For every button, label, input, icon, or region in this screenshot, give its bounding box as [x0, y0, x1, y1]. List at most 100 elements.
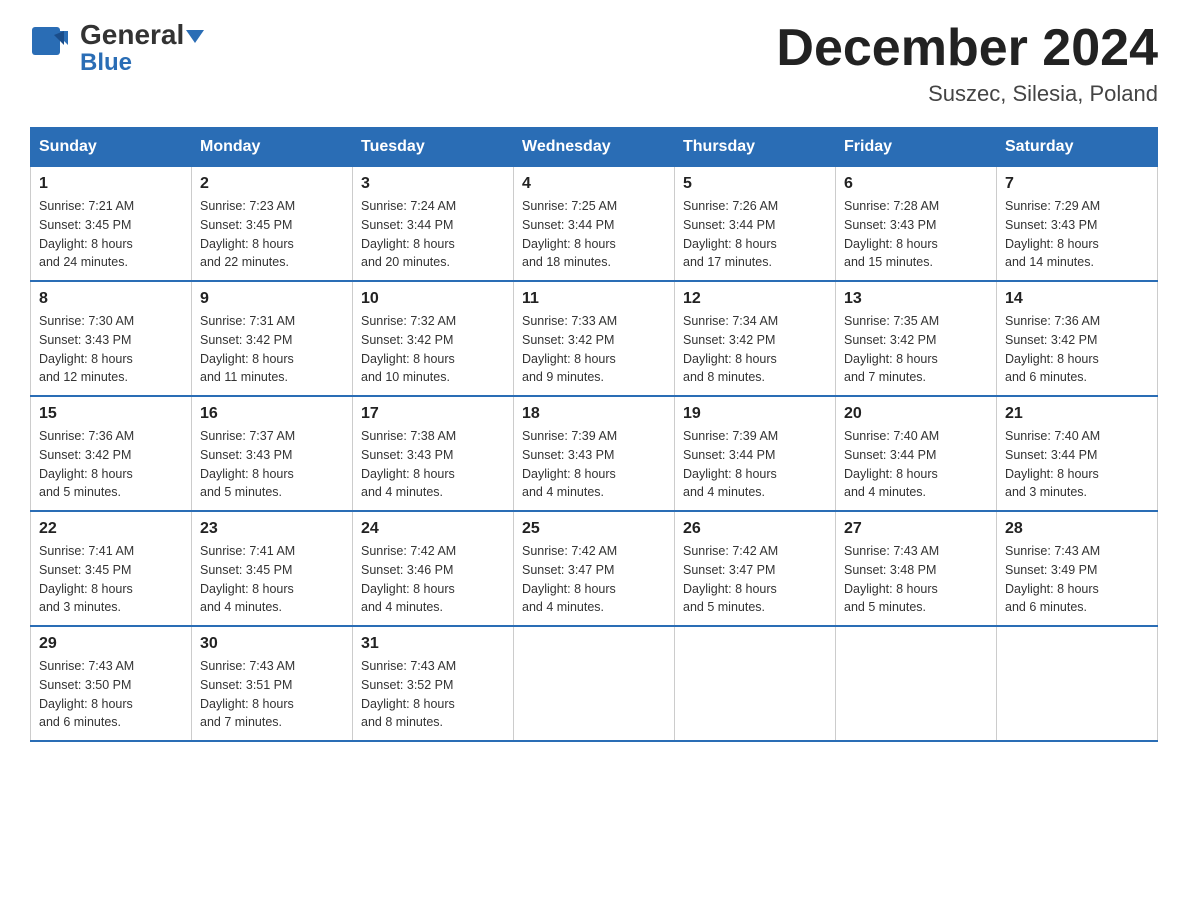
day-info: Sunrise: 7:42 AM Sunset: 3:47 PM Dayligh…	[683, 542, 827, 617]
header-day-monday: Monday	[192, 128, 353, 167]
day-number: 22	[39, 520, 183, 538]
calendar-cell: 6 Sunrise: 7:28 AM Sunset: 3:43 PM Daylig…	[836, 167, 997, 282]
day-info: Sunrise: 7:28 AM Sunset: 3:43 PM Dayligh…	[844, 197, 988, 272]
calendar-cell	[675, 626, 836, 741]
calendar-cell: 29Sunrise: 7:43 AM Sunset: 3:50 PM Dayli…	[31, 626, 192, 741]
day-info: Sunrise: 7:42 AM Sunset: 3:47 PM Dayligh…	[522, 542, 666, 617]
day-number: 24	[361, 520, 505, 538]
day-number: 1	[39, 175, 183, 193]
calendar-cell: 8 Sunrise: 7:30 AM Sunset: 3:43 PM Daylig…	[31, 281, 192, 396]
day-info: Sunrise: 7:29 AM Sunset: 3:43 PM Dayligh…	[1005, 197, 1149, 272]
day-number: 5	[683, 175, 827, 193]
calendar-cell: 9 Sunrise: 7:31 AM Sunset: 3:42 PM Daylig…	[192, 281, 353, 396]
header-row: SundayMondayTuesdayWednesdayThursdayFrid…	[31, 128, 1158, 167]
calendar-cell: 11 Sunrise: 7:33 AM Sunset: 3:42 PM Dayli…	[514, 281, 675, 396]
title-section: December 2024 Suszec, Silesia, Poland	[776, 20, 1158, 107]
day-info: Sunrise: 7:30 AM Sunset: 3:43 PM Dayligh…	[39, 312, 183, 387]
logo-icon	[30, 25, 74, 69]
day-number: 9	[200, 290, 344, 308]
day-info: Sunrise: 7:23 AM Sunset: 3:45 PM Dayligh…	[200, 197, 344, 272]
day-info: Sunrise: 7:37 AM Sunset: 3:43 PM Dayligh…	[200, 427, 344, 502]
location-title: Suszec, Silesia, Poland	[776, 81, 1158, 107]
calendar-cell	[514, 626, 675, 741]
day-number: 8	[39, 290, 183, 308]
calendar-cell: 3 Sunrise: 7:24 AM Sunset: 3:44 PM Daylig…	[353, 167, 514, 282]
calendar-body: 1Sunrise: 7:21 AM Sunset: 3:45 PM Daylig…	[31, 167, 1158, 742]
month-title: December 2024	[776, 20, 1158, 77]
day-info: Sunrise: 7:41 AM Sunset: 3:45 PM Dayligh…	[39, 542, 183, 617]
calendar-cell: 18 Sunrise: 7:39 AM Sunset: 3:43 PM Dayli…	[514, 396, 675, 511]
calendar-cell: 20 Sunrise: 7:40 AM Sunset: 3:44 PM Dayli…	[836, 396, 997, 511]
day-number: 16	[200, 405, 344, 423]
day-number: 17	[361, 405, 505, 423]
day-number: 31	[361, 635, 505, 653]
day-number: 25	[522, 520, 666, 538]
day-info: Sunrise: 7:40 AM Sunset: 3:44 PM Dayligh…	[844, 427, 988, 502]
calendar-header: SundayMondayTuesdayWednesdayThursdayFrid…	[31, 128, 1158, 167]
day-number: 3	[361, 175, 505, 193]
day-info: Sunrise: 7:43 AM Sunset: 3:51 PM Dayligh…	[200, 657, 344, 732]
day-info: Sunrise: 7:33 AM Sunset: 3:42 PM Dayligh…	[522, 312, 666, 387]
day-info: Sunrise: 7:43 AM Sunset: 3:52 PM Dayligh…	[361, 657, 505, 732]
day-info: Sunrise: 7:43 AM Sunset: 3:50 PM Dayligh…	[39, 657, 183, 732]
calendar-cell: 1Sunrise: 7:21 AM Sunset: 3:45 PM Daylig…	[31, 167, 192, 282]
calendar-cell: 2 Sunrise: 7:23 AM Sunset: 3:45 PM Daylig…	[192, 167, 353, 282]
day-info: Sunrise: 7:43 AM Sunset: 3:49 PM Dayligh…	[1005, 542, 1149, 617]
week-row-3: 15 Sunrise: 7:36 AM Sunset: 3:42 PM Dayli…	[31, 396, 1158, 511]
day-number: 27	[844, 520, 988, 538]
day-info: Sunrise: 7:41 AM Sunset: 3:45 PM Dayligh…	[200, 542, 344, 617]
week-row-4: 22 Sunrise: 7:41 AM Sunset: 3:45 PM Dayli…	[31, 511, 1158, 626]
day-number: 14	[1005, 290, 1149, 308]
day-number: 10	[361, 290, 505, 308]
day-info: Sunrise: 7:31 AM Sunset: 3:42 PM Dayligh…	[200, 312, 344, 387]
calendar-cell: 28 Sunrise: 7:43 AM Sunset: 3:49 PM Dayli…	[997, 511, 1158, 626]
calendar-cell: 24 Sunrise: 7:42 AM Sunset: 3:46 PM Dayli…	[353, 511, 514, 626]
day-number: 12	[683, 290, 827, 308]
day-number: 13	[844, 290, 988, 308]
day-number: 21	[1005, 405, 1149, 423]
day-number: 30	[200, 635, 344, 653]
day-info: Sunrise: 7:36 AM Sunset: 3:42 PM Dayligh…	[1005, 312, 1149, 387]
day-number: 6	[844, 175, 988, 193]
calendar-cell: 19Sunrise: 7:39 AM Sunset: 3:44 PM Dayli…	[675, 396, 836, 511]
day-info: Sunrise: 7:42 AM Sunset: 3:46 PM Dayligh…	[361, 542, 505, 617]
header-day-tuesday: Tuesday	[353, 128, 514, 167]
day-info: Sunrise: 7:38 AM Sunset: 3:43 PM Dayligh…	[361, 427, 505, 502]
calendar-cell: 23 Sunrise: 7:41 AM Sunset: 3:45 PM Dayli…	[192, 511, 353, 626]
day-info: Sunrise: 7:40 AM Sunset: 3:44 PM Dayligh…	[1005, 427, 1149, 502]
day-number: 20	[844, 405, 988, 423]
calendar-cell: 17 Sunrise: 7:38 AM Sunset: 3:43 PM Dayli…	[353, 396, 514, 511]
day-info: Sunrise: 7:39 AM Sunset: 3:44 PM Dayligh…	[683, 427, 827, 502]
calendar-cell: 27Sunrise: 7:43 AM Sunset: 3:48 PM Dayli…	[836, 511, 997, 626]
day-number: 15	[39, 405, 183, 423]
day-number: 26	[683, 520, 827, 538]
day-info: Sunrise: 7:35 AM Sunset: 3:42 PM Dayligh…	[844, 312, 988, 387]
day-info: Sunrise: 7:34 AM Sunset: 3:42 PM Dayligh…	[683, 312, 827, 387]
calendar-cell: 5 Sunrise: 7:26 AM Sunset: 3:44 PM Daylig…	[675, 167, 836, 282]
day-info: Sunrise: 7:36 AM Sunset: 3:42 PM Dayligh…	[39, 427, 183, 502]
day-info: Sunrise: 7:39 AM Sunset: 3:43 PM Dayligh…	[522, 427, 666, 502]
day-number: 18	[522, 405, 666, 423]
day-number: 2	[200, 175, 344, 193]
day-info: Sunrise: 7:26 AM Sunset: 3:44 PM Dayligh…	[683, 197, 827, 272]
day-info: Sunrise: 7:32 AM Sunset: 3:42 PM Dayligh…	[361, 312, 505, 387]
calendar-cell: 25 Sunrise: 7:42 AM Sunset: 3:47 PM Dayli…	[514, 511, 675, 626]
page-header: General Blue December 2024 Suszec, Siles…	[30, 20, 1158, 107]
calendar-cell	[997, 626, 1158, 741]
calendar-cell: 12 Sunrise: 7:34 AM Sunset: 3:42 PM Dayli…	[675, 281, 836, 396]
day-number: 7	[1005, 175, 1149, 193]
calendar-cell: 30 Sunrise: 7:43 AM Sunset: 3:51 PM Dayli…	[192, 626, 353, 741]
header-day-friday: Friday	[836, 128, 997, 167]
day-number: 28	[1005, 520, 1149, 538]
week-row-2: 8 Sunrise: 7:30 AM Sunset: 3:43 PM Daylig…	[31, 281, 1158, 396]
logo-general-text: General	[80, 19, 184, 50]
day-number: 23	[200, 520, 344, 538]
calendar-cell: 21 Sunrise: 7:40 AM Sunset: 3:44 PM Dayli…	[997, 396, 1158, 511]
day-info: Sunrise: 7:24 AM Sunset: 3:44 PM Dayligh…	[361, 197, 505, 272]
calendar-cell: 26 Sunrise: 7:42 AM Sunset: 3:47 PM Dayli…	[675, 511, 836, 626]
header-day-sunday: Sunday	[31, 128, 192, 167]
calendar-table: SundayMondayTuesdayWednesdayThursdayFrid…	[30, 127, 1158, 742]
calendar-cell: 7 Sunrise: 7:29 AM Sunset: 3:43 PM Daylig…	[997, 167, 1158, 282]
day-number: 11	[522, 290, 666, 308]
week-row-5: 29Sunrise: 7:43 AM Sunset: 3:50 PM Dayli…	[31, 626, 1158, 741]
